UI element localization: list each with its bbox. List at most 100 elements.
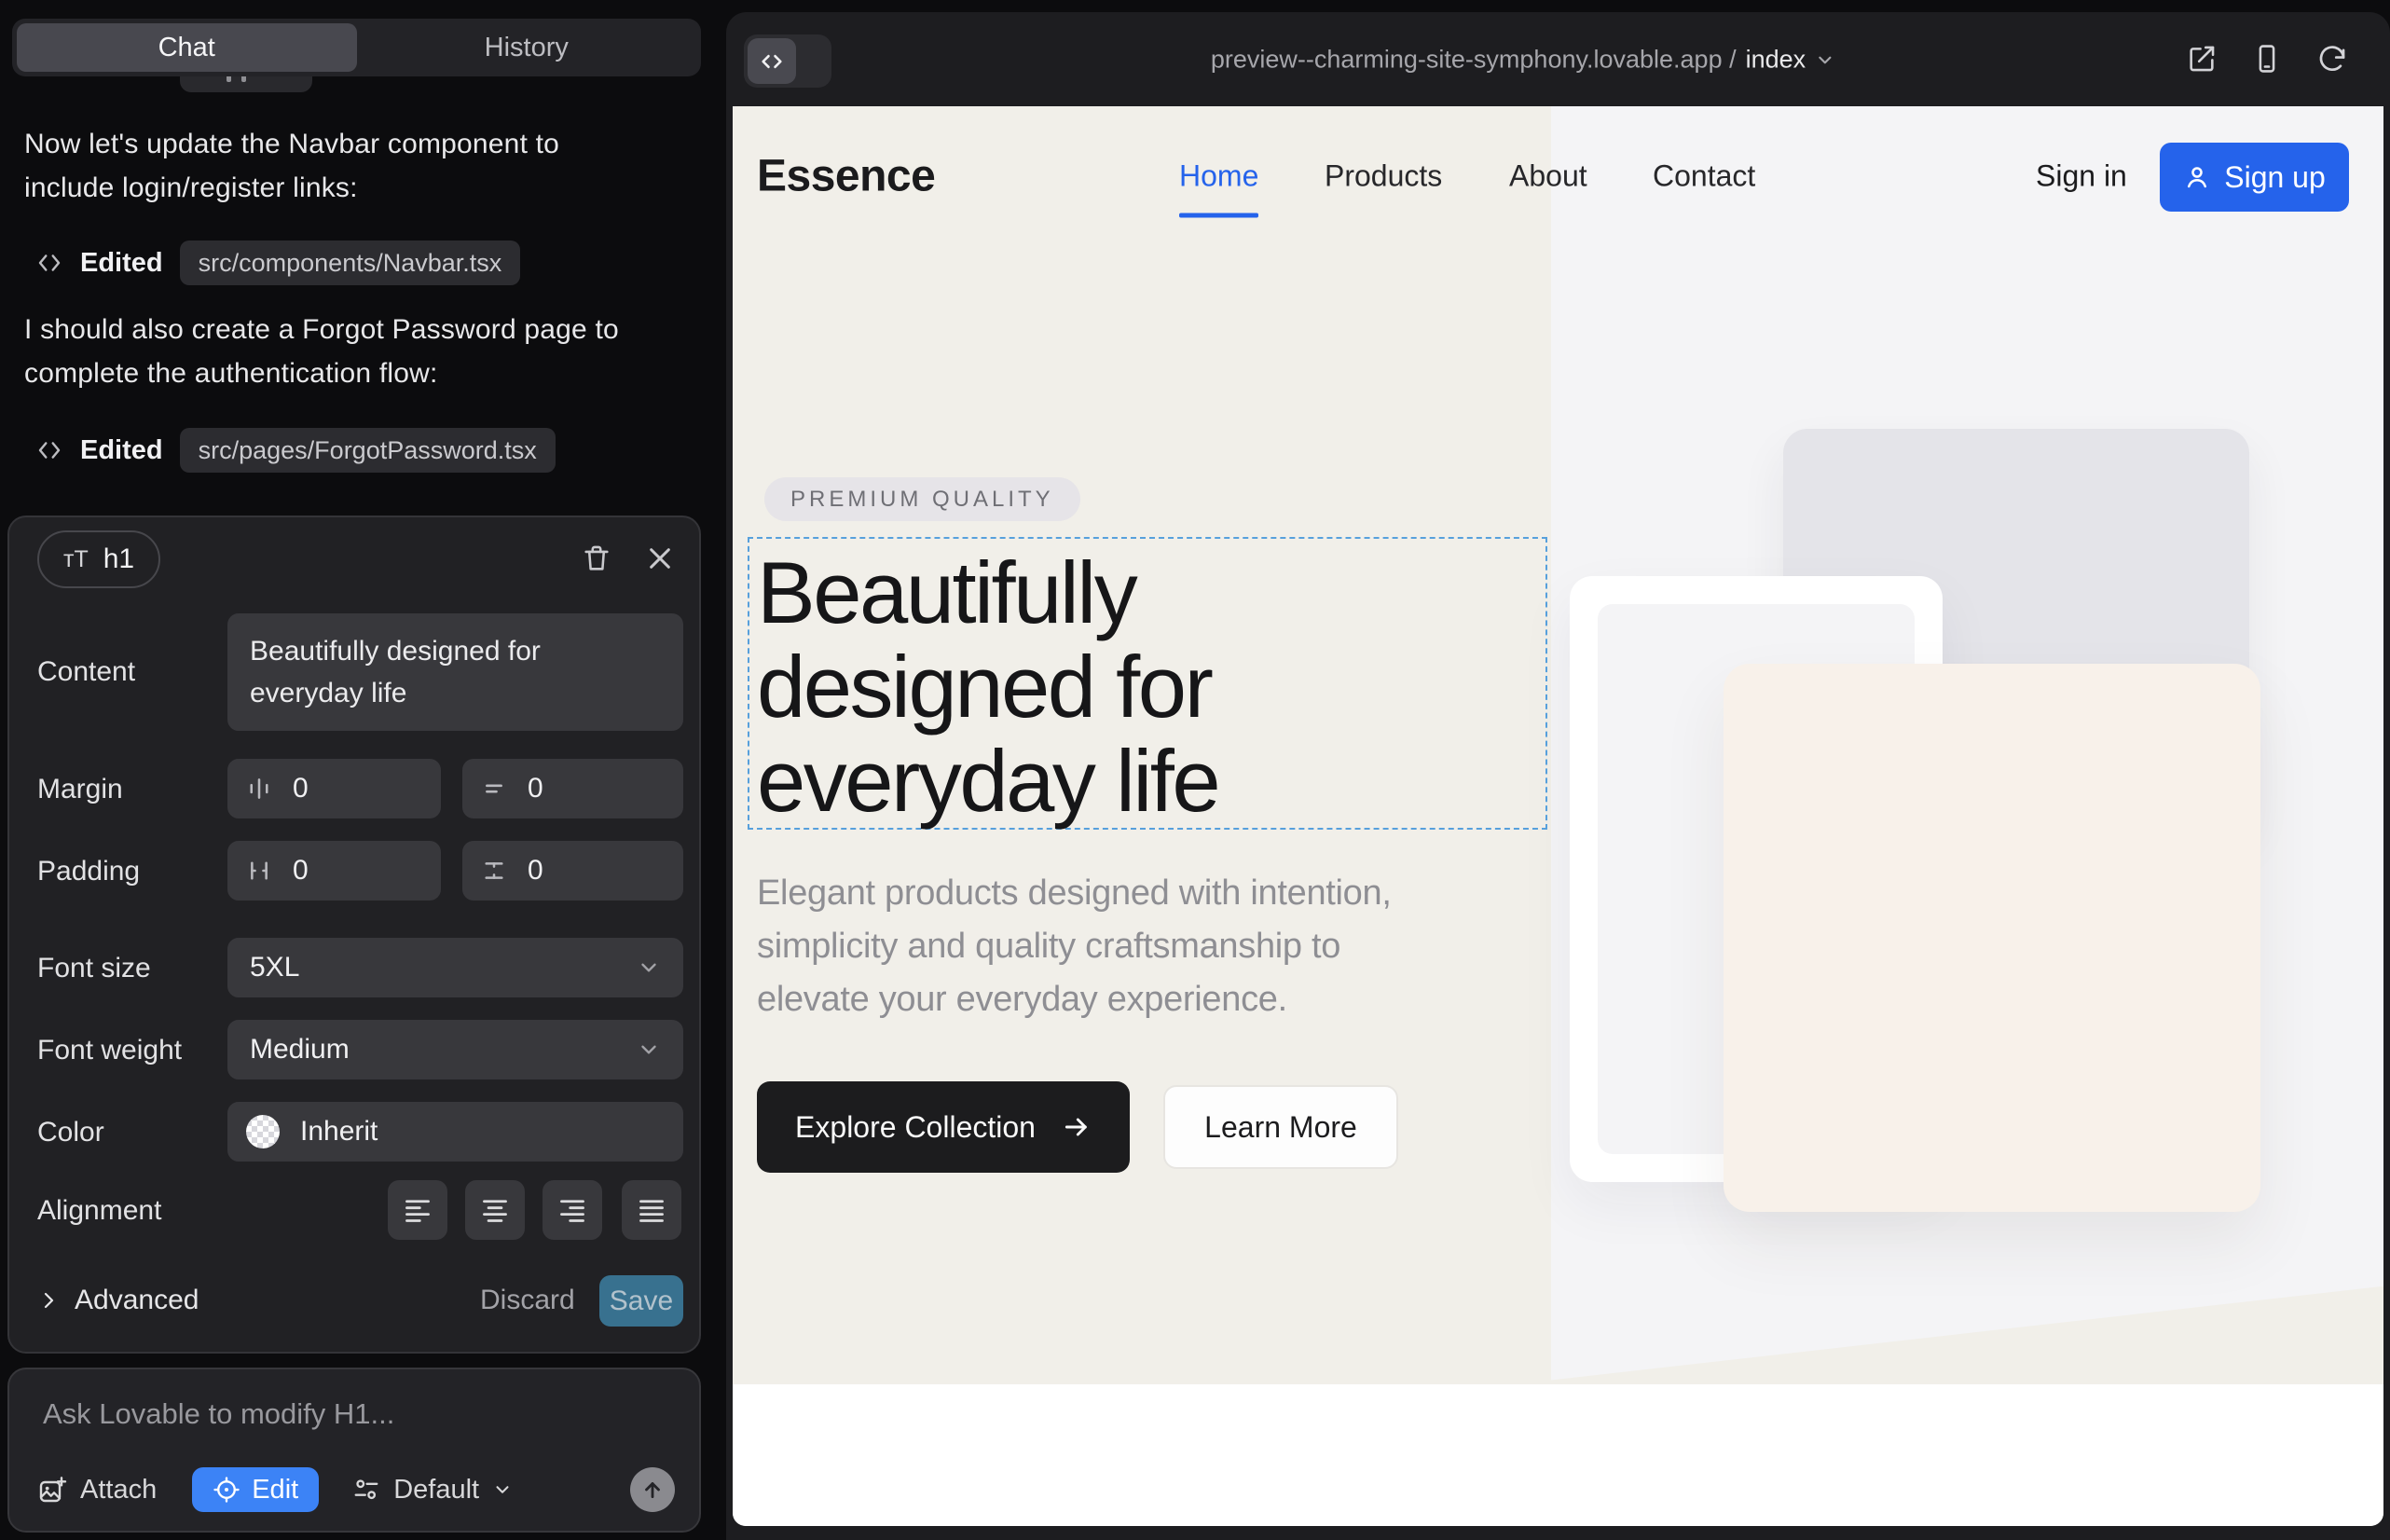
learn-more-button[interactable]: Learn More — [1163, 1085, 1398, 1169]
content-label: Content — [37, 656, 135, 688]
nav-link-products[interactable]: Products — [1325, 159, 1442, 194]
align-right-button[interactable] — [543, 1180, 602, 1240]
assistant-message: Now let's update the Navbar component to… — [24, 122, 688, 210]
element-editor-panel: тT h1 Content Beautifully designed for e… — [7, 516, 701, 1354]
mode-label: Default — [393, 1475, 479, 1506]
model-mode-dropdown[interactable]: Default — [352, 1475, 513, 1506]
padding-y-icon — [481, 858, 507, 884]
tab-chat[interactable]: Chat — [17, 23, 357, 72]
image-plus-icon — [37, 1475, 67, 1505]
margin-x-input[interactable]: 0 — [227, 759, 441, 818]
edited-label: Edited — [80, 248, 163, 279]
discard-button[interactable]: Discard — [480, 1274, 575, 1327]
padding-x-input[interactable]: 0 — [227, 841, 441, 901]
advanced-toggle[interactable]: Advanced — [37, 1274, 199, 1327]
mobile-view-button[interactable] — [2248, 40, 2286, 77]
align-left-icon — [404, 1196, 432, 1224]
chevron-right-icon — [37, 1289, 60, 1312]
color-picker-field[interactable]: Inherit — [227, 1102, 683, 1162]
section-below-hero — [733, 1384, 2383, 1526]
chevron-down-icon — [492, 1479, 513, 1500]
composer-input[interactable]: Ask Lovable to modify H1... — [43, 1397, 394, 1431]
composer-toolbar: Attach Edit Default — [37, 1467, 675, 1512]
alignment-label: Alignment — [37, 1195, 161, 1227]
sign-in-link[interactable]: Sign in — [2036, 159, 2127, 194]
hero-paragraph-line: elevate your everyday experience. — [757, 973, 1392, 1026]
font-size-select[interactable]: 5XL — [227, 938, 683, 997]
explore-collection-button[interactable]: Explore Collection — [757, 1081, 1130, 1173]
advanced-label: Advanced — [75, 1285, 199, 1316]
sliders-icon — [352, 1476, 380, 1504]
arrow-up-icon — [640, 1478, 665, 1502]
delete-element-button[interactable] — [576, 538, 617, 579]
site-navbar: Essence Home Products About Contact Sign… — [733, 106, 2383, 246]
preview-pane: preview--charming-site-symphony.lovable.… — [726, 12, 2390, 1540]
font-weight-label: Font weight — [37, 1035, 182, 1066]
hero-right-panel — [1551, 106, 2383, 1384]
decor-card-cream — [1724, 664, 2260, 1212]
edited-file-row: Edited src/pages/ForgotPassword.tsx — [35, 427, 556, 474]
attach-label: Attach — [80, 1475, 157, 1506]
padding-y-input[interactable]: 0 — [462, 841, 683, 901]
nav-link-about[interactable]: About — [1509, 159, 1587, 194]
preview-url-dropdown[interactable]: preview--charming-site-symphony.lovable.… — [1211, 46, 1835, 75]
color-swatch — [246, 1115, 280, 1148]
font-weight-select[interactable]: Medium — [227, 1020, 683, 1079]
selected-element-chip[interactable]: тT h1 — [37, 530, 160, 588]
edit-mode-button[interactable]: Edit — [192, 1467, 319, 1512]
refresh-button[interactable] — [2314, 40, 2351, 77]
sidebar-tabbar: Chat History — [12, 19, 701, 76]
hero-heading-line: designed for — [757, 639, 1218, 734]
site-logo[interactable]: Essence — [757, 151, 935, 202]
code-toggle-segment[interactable] — [748, 38, 796, 84]
content-input[interactable]: Beautifully designed for everyday life — [227, 613, 683, 731]
hero-heading[interactable]: Beautifully designed for everyday life — [757, 545, 1218, 828]
padding-y-value: 0 — [528, 855, 543, 887]
site-canvas: Essence Home Products About Contact Sign… — [733, 106, 2383, 1526]
file-chip[interactable]: src/pages/ForgotPassword.tsx — [180, 428, 556, 473]
refresh-icon — [2316, 43, 2348, 75]
color-value: Inherit — [300, 1116, 378, 1148]
code-icon — [35, 249, 63, 277]
align-right-icon — [558, 1196, 586, 1224]
chevron-down-icon — [1815, 49, 1835, 70]
close-editor-button[interactable] — [639, 538, 680, 579]
margin-y-input[interactable]: 0 — [462, 759, 683, 818]
nav-link-contact[interactable]: Contact — [1653, 159, 1755, 194]
sign-up-label: Sign up — [2224, 160, 2326, 195]
scrolled-chip-remnant — [180, 75, 312, 92]
open-in-new-tab-button[interactable] — [2183, 40, 2220, 77]
assistant-message: I should also create a Forgot Password p… — [24, 308, 688, 395]
align-center-button[interactable] — [465, 1180, 525, 1240]
explore-collection-label: Explore Collection — [795, 1110, 1036, 1145]
url-domain: preview--charming-site-symphony.lovable.… — [1211, 46, 1737, 75]
font-size-label: Font size — [37, 953, 151, 984]
align-justify-icon — [638, 1196, 666, 1224]
hero-paragraph: Elegant products designed with intention… — [757, 867, 1392, 1026]
type-icon: тT — [63, 546, 89, 573]
padding-x-icon — [246, 858, 272, 884]
margin-y-icon — [481, 776, 507, 802]
tab-history[interactable]: History — [357, 23, 697, 72]
chevron-down-icon — [637, 1038, 661, 1062]
align-justify-button[interactable] — [622, 1180, 681, 1240]
hero-badge: PREMIUM QUALITY — [764, 477, 1080, 521]
attach-button[interactable]: Attach — [37, 1475, 157, 1506]
hero-heading-line: everyday life — [757, 734, 1218, 828]
edited-label: Edited — [80, 435, 163, 466]
sign-up-button[interactable]: Sign up — [2160, 143, 2349, 212]
content-value-line: Beautifully designed for — [250, 630, 661, 672]
save-button[interactable]: Save — [599, 1275, 683, 1327]
nav-link-home[interactable]: Home — [1179, 159, 1258, 194]
hero-paragraph-line: Elegant products designed with intention… — [757, 867, 1392, 920]
chevron-down-icon — [637, 956, 661, 980]
align-left-button[interactable] — [388, 1180, 447, 1240]
code-preview-toggle[interactable] — [744, 34, 831, 88]
edit-label: Edit — [252, 1475, 298, 1506]
send-button[interactable] — [630, 1467, 675, 1512]
external-link-icon — [2186, 43, 2218, 75]
url-page: index — [1746, 46, 1806, 75]
file-chip[interactable]: src/components/Navbar.tsx — [180, 241, 521, 285]
decor-diagonal-wedge — [1551, 1280, 2383, 1384]
crosshair-icon — [213, 1476, 240, 1504]
